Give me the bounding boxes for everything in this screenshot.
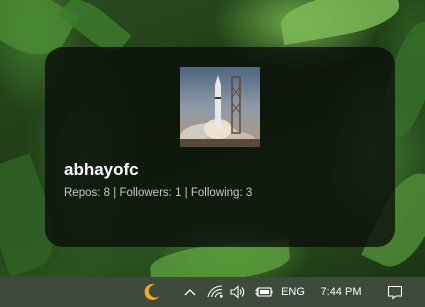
- battery-icon: [255, 287, 273, 297]
- moon-app-button[interactable]: [138, 277, 166, 307]
- taskbar: ENG 7:44 PM: [0, 277, 425, 307]
- network-button[interactable]: [205, 277, 225, 307]
- repos-label: Repos:: [64, 187, 101, 199]
- following-label: Following:: [190, 187, 243, 199]
- clock-button[interactable]: 7:44 PM: [315, 277, 367, 307]
- action-center-button[interactable]: [382, 277, 408, 307]
- stats-separator: |: [113, 187, 117, 199]
- profile-stats: Repos: 8 | Followers: 1 | Following: 3: [64, 187, 252, 199]
- profile-card: abhayofc Repos: 8 | Followers: 1 | Follo…: [45, 47, 395, 247]
- notification-icon: [387, 285, 403, 300]
- volume-icon: [230, 285, 245, 299]
- show-hidden-icons-button[interactable]: [181, 277, 199, 307]
- avatar: [180, 67, 260, 147]
- wallpaper-leaf: [277, 0, 403, 46]
- repos-count: 8: [103, 187, 111, 199]
- battery-button[interactable]: [253, 277, 275, 307]
- wifi-icon: [207, 285, 223, 298]
- stats-separator: |: [184, 187, 188, 199]
- input-language-button[interactable]: ENG: [280, 277, 306, 307]
- following-count: 3: [245, 187, 253, 199]
- username: abhayofc: [64, 160, 139, 179]
- followers-label: Followers:: [119, 187, 172, 199]
- volume-button[interactable]: [228, 277, 248, 307]
- moon-icon: [144, 283, 160, 300]
- followers-count: 1: [175, 187, 182, 199]
- chevron-up-icon: [184, 289, 196, 296]
- rocket-launch-image: [180, 67, 260, 147]
